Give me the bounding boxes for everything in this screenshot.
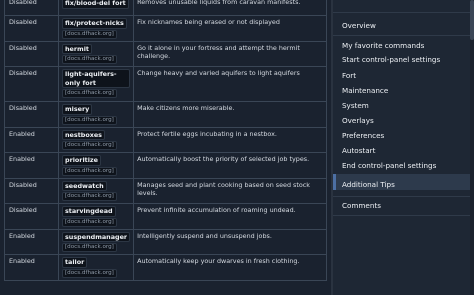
docs-link[interactable]: [docs.dfhack.org] (62, 166, 117, 176)
status-cell: Enabled (4, 152, 59, 179)
docs-link[interactable]: [docs.dfhack.org] (62, 243, 117, 252)
description-cell: Change heavy and varied aquifers to ligh… (133, 66, 327, 102)
command-cell: light-aquifers-only fort [docs.dfhack.org… (57, 66, 135, 102)
docs-link[interactable]: [docs.dfhack.org] (62, 192, 117, 201)
command-cell: fix/protect-nicks [docs.dfhack.org] (57, 15, 135, 42)
command-name[interactable]: suspendmanager (62, 231, 131, 242)
command-name[interactable]: tailor (62, 257, 88, 268)
table-row: Disabled misery [docs.dfhack.org] Make citi… (4, 101, 327, 128)
docs-link[interactable]: [docs.dfhack.org] (62, 268, 117, 278)
status-cell: Disabled (4, 101, 59, 128)
table-row: Disabled fix/blood-del fort Removes unusab… (4, 0, 327, 16)
sidebar-item-start-control-panel-settings[interactable]: Start control-panel settings (342, 55, 440, 64)
sidebar-scroll-thumb[interactable] (470, 0, 474, 40)
table-row: Enabled tailor [docs.dfhack.org] Automatica… (4, 254, 327, 281)
docs-link[interactable]: [docs.dfhack.org] (62, 89, 117, 98)
status-cell: Disabled (4, 66, 59, 102)
commands-table-panel: Disabled fix/blood-del fort Removes unusab… (0, 0, 331, 295)
command-name[interactable]: light-aquifers-only fort (62, 69, 131, 88)
command-name[interactable]: hermit (62, 43, 92, 54)
sidebar-item-overview[interactable]: Overview (342, 21, 376, 30)
docs-link[interactable]: [docs.dfhack.org] (62, 29, 117, 39)
docs-link[interactable]: [docs.dfhack.org] (62, 55, 117, 64)
sidebar-separator (333, 215, 474, 216)
sidebar-separator (333, 196, 474, 197)
status-cell: Enabled (4, 126, 59, 153)
description-cell: Intelligently suspend and unsuspend jobs… (133, 228, 327, 255)
command-cell: misery [docs.dfhack.org] (57, 101, 135, 128)
command-name[interactable]: seedwatch (62, 180, 107, 191)
command-name[interactable]: nestboxes (62, 129, 105, 140)
table-row: Enabled suspendmanager [docs.dfhack.org] In… (4, 228, 327, 255)
command-name[interactable]: fix/blood-del fort (62, 0, 129, 9)
description-cell: Automatically boost the priority of sele… (133, 152, 327, 179)
status-cell: Enabled (4, 254, 59, 281)
table-row: Enabled nestboxes [docs.dfhack.org] Protect… (4, 126, 327, 153)
sidebar-item-comments[interactable]: Comments (342, 201, 381, 210)
command-cell: starvingdead [docs.dfhack.org] (57, 203, 135, 230)
status-cell: Disabled (4, 15, 59, 42)
description-cell: Make citizens more miserable. (133, 101, 327, 128)
description-cell: Protect fertile eggs incubating in a nes… (133, 126, 327, 153)
table-row: Disabled seedwatch [docs.dfhack.org] Manage… (4, 177, 327, 204)
description-cell: Prevent infinite accumulation of roaming… (133, 203, 327, 230)
description-cell: Go it alone in your fortress and attempt… (133, 40, 327, 67)
sidebar-item-autostart[interactable]: Autostart (342, 146, 375, 155)
status-cell: Disabled (4, 177, 59, 204)
sidebar-item-my-favorite-commands[interactable]: My favorite commands (342, 41, 424, 50)
command-name[interactable]: fix/protect-nicks (62, 18, 127, 29)
command-name[interactable]: prioritize (62, 155, 101, 166)
sidebar-item-preferences[interactable]: Preferences (342, 131, 384, 140)
command-cell: tailor [docs.dfhack.org] (57, 254, 135, 281)
docs-link[interactable]: [docs.dfhack.org] (62, 217, 117, 227)
command-name[interactable]: starvingdead (62, 206, 116, 217)
description-cell: Automatically keep your dwarves in fresh… (133, 254, 327, 281)
status-cell: Disabled (4, 40, 59, 67)
sidebar-scrollbar[interactable] (470, 0, 474, 295)
command-cell: nestboxes [docs.dfhack.org] (57, 126, 135, 153)
status-cell: Disabled (4, 203, 59, 230)
status-cell: Disabled (4, 0, 59, 16)
sidebar-separator (333, 12, 474, 13)
table-row: Disabled hermit [docs.dfhack.org] Go it alo… (4, 40, 327, 67)
command-cell: seedwatch [docs.dfhack.org] (57, 177, 135, 204)
command-cell: hermit [docs.dfhack.org] (57, 40, 135, 67)
sidebar-item-system[interactable]: System (342, 101, 369, 110)
sidebar-separator (333, 35, 474, 36)
description-cell: Removes unusable liquids from caravan ma… (133, 0, 327, 16)
command-cell: fix/blood-del fort (57, 0, 135, 16)
sidebar-item-end-control-panel-settings[interactable]: End control-panel settings (342, 161, 436, 170)
table-row: Enabled prioritize [docs.dfhack.org] Automa… (4, 152, 327, 179)
sidebar-toc: Overview My favorite commands Start cont… (333, 0, 474, 295)
table-row: Disabled fix/protect-nicks [docs.dfhack.or… (4, 15, 327, 42)
command-name[interactable]: misery (62, 104, 93, 115)
table-row: Disabled light-aquifers-only fort [docs.df… (4, 66, 327, 102)
description-cell: Manages seed and plant cooking based on … (133, 177, 327, 204)
table-row: Disabled starvingdead [docs.dfhack.org] Pre… (4, 203, 327, 230)
command-cell: prioritize [docs.dfhack.org] (57, 152, 135, 179)
commands-table: Disabled fix/blood-del fort Removes unusab… (4, 0, 327, 281)
sidebar-item-fort[interactable]: Fort (342, 71, 356, 80)
sidebar-item-overlays[interactable]: Overlays (342, 116, 374, 125)
command-cell: suspendmanager [docs.dfhack.org] (57, 228, 135, 255)
status-cell: Enabled (4, 228, 59, 255)
docs-link[interactable]: [docs.dfhack.org] (62, 115, 117, 125)
description-cell: Fix nicknames being erased or not displa… (133, 15, 327, 42)
docs-link[interactable]: [docs.dfhack.org] (62, 141, 117, 150)
sidebar-item-maintenance[interactable]: Maintenance (342, 86, 388, 95)
sidebar-item-additional-tips[interactable]: Additional Tips (342, 180, 395, 189)
